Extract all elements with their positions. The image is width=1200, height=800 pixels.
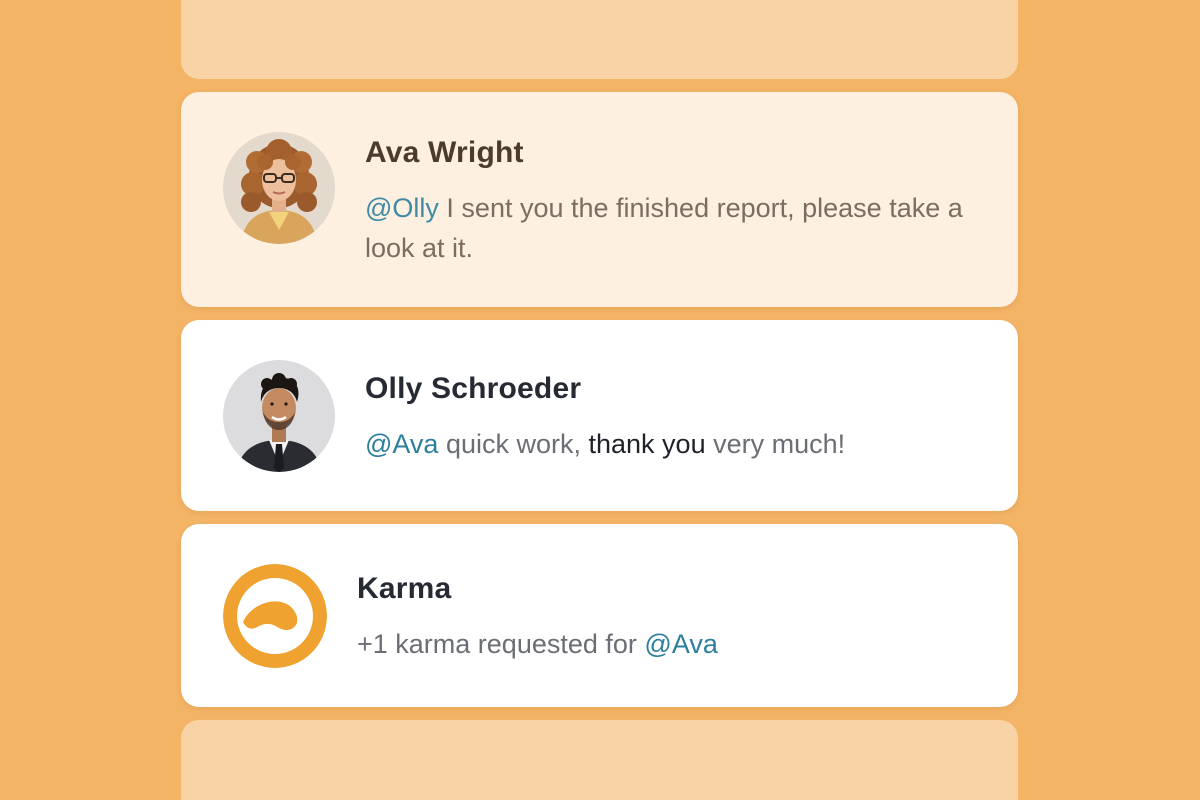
message-text: @Olly I sent you the finished report, pl… bbox=[365, 188, 985, 268]
message-body: I sent you the finished report, please t… bbox=[365, 193, 963, 263]
previous-message-card bbox=[181, 0, 1018, 79]
sender-name: Ava Wright bbox=[365, 136, 524, 169]
message-body-start: quick work, bbox=[438, 429, 589, 459]
message-body-end: very much! bbox=[705, 429, 846, 459]
message-emphasis: thank you bbox=[588, 429, 706, 459]
message-card-karma[interactable]: Karma +1 karma requested for @Ava bbox=[181, 524, 1018, 707]
message-card-olly[interactable]: Olly Schroeder @Ava quick work, thank yo… bbox=[181, 320, 1018, 511]
mention-link[interactable]: @Ava bbox=[365, 429, 438, 459]
message-card-ava[interactable]: Ava Wright @Olly I sent you the finished… bbox=[181, 92, 1018, 307]
sender-name: Olly Schroeder bbox=[365, 372, 582, 405]
next-message-card bbox=[181, 720, 1018, 800]
karma-logo-icon bbox=[223, 564, 327, 668]
message-text: +1 karma requested for @Ava bbox=[357, 624, 977, 664]
message-text: @Ava quick work, thank you very much! bbox=[365, 424, 985, 464]
sender-name: Karma bbox=[357, 572, 452, 605]
message-body: +1 karma requested for bbox=[357, 629, 645, 659]
avatar-olly bbox=[223, 360, 335, 472]
mention-link[interactable]: @Olly bbox=[365, 193, 439, 223]
mention-link[interactable]: @Ava bbox=[644, 629, 717, 659]
avatar-ava bbox=[223, 132, 335, 244]
